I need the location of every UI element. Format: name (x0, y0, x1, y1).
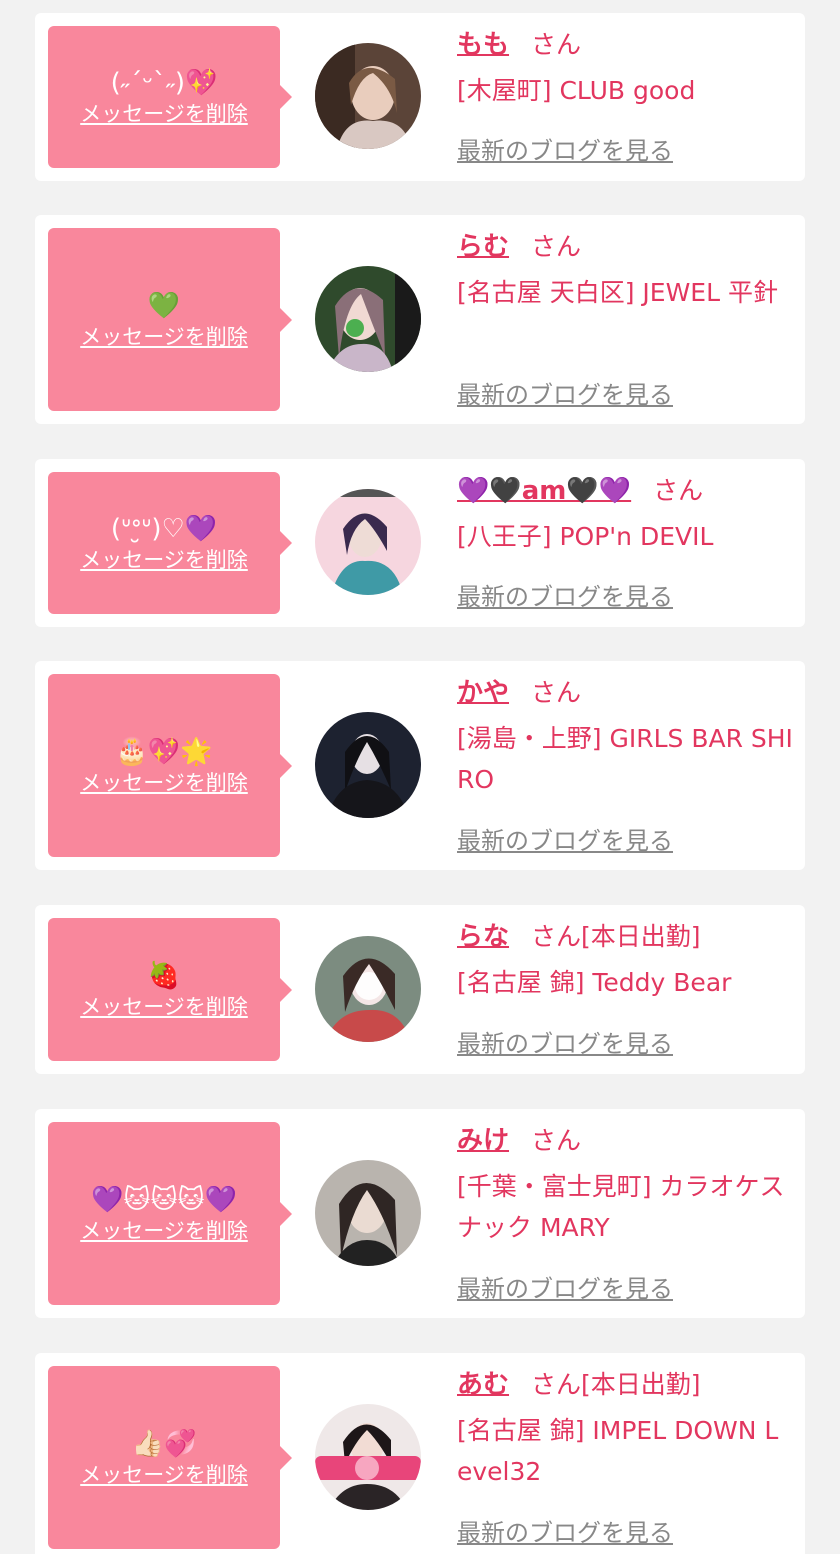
message-bubble: (ᐡᐤ̮ᐡ)♡💜 メッセージを削除 (48, 472, 292, 614)
name-row: もも さん (457, 27, 793, 63)
message-bubble: (˶ˊᵕˋ˶)💖 メッセージを削除 (48, 26, 292, 168)
message-card: 💚 メッセージを削除 らむ さん [名古屋 天白区] JEWEL 平針 最新のブロ… (35, 215, 805, 424)
message-card: (˶ˊᵕˋ˶)💖 メッセージを削除 もも さん [木屋町] CLUB good 最… (35, 13, 805, 181)
cast-info: あむ さん[本日出勤] [名古屋 錦] IMPEL DOWN Level32 (457, 1367, 793, 1492)
message-text: 🎂💖🌟 (115, 736, 213, 767)
cast-avatar[interactable] (315, 1404, 421, 1510)
cast-info: もも さん [木屋町] CLUB good (457, 27, 793, 111)
delete-message-link[interactable]: メッセージを削除 (80, 769, 248, 797)
honorific: さん (531, 678, 582, 707)
latest-blog-link[interactable]: 最新のブログを見る (457, 577, 673, 612)
cast-name-link[interactable]: かや (457, 678, 509, 708)
cast-avatar[interactable] (315, 43, 421, 149)
message-text: 💜🐱🐱🐱💜 (90, 1184, 238, 1215)
cast-name-link[interactable]: もも (457, 30, 509, 60)
cast-info: かや さん [湯島・上野] GIRLS BAR SHIRO (457, 675, 793, 800)
message-text: 👍🏻💞 (131, 1428, 197, 1459)
delete-message-link[interactable]: メッセージを削除 (80, 546, 248, 574)
message-text: (ᐡᐤ̮ᐡ)♡💜 (110, 514, 218, 544)
shop-name: [木屋町] CLUB good (457, 76, 696, 105)
working-today-badge: [本日出勤] (581, 1370, 701, 1399)
name-row: かや さん (457, 675, 793, 711)
message-text: 💚 (147, 290, 181, 321)
cast-info: らむ さん [名古屋 天白区] JEWEL 平針 (457, 229, 793, 313)
delete-message-link[interactable]: メッセージを削除 (80, 1217, 248, 1245)
message-text: (˶ˊᵕˋ˶)💖 (110, 68, 218, 98)
shop-name: [名古屋 天白区] JEWEL 平針 (457, 278, 778, 307)
honorific: さん (531, 1370, 582, 1399)
message-text: 🍓 (147, 960, 181, 991)
cast-avatar[interactable] (315, 712, 421, 818)
latest-blog-link[interactable]: 最新のブログを見る (457, 1269, 673, 1304)
cast-info: 💜🖤am🖤💜 さん [八王子] POP'n DEVIL (457, 473, 793, 557)
name-row: らな さん[本日出勤] (457, 919, 793, 955)
delete-message-link[interactable]: メッセージを削除 (80, 100, 248, 128)
message-card: (ᐡᐤ̮ᐡ)♡💜 メッセージを削除 💜🖤am🖤💜 さん [八王子] POP'n D… (35, 459, 805, 627)
cast-avatar[interactable] (315, 936, 421, 1042)
honorific: さん (531, 232, 582, 261)
cast-avatar[interactable] (315, 489, 421, 595)
message-card: 💜🐱🐱🐱💜 メッセージを削除 みけ さん [千葉・富士見町] カラオケスナック M… (35, 1109, 805, 1318)
latest-blog-link[interactable]: 最新のブログを見る (457, 131, 673, 166)
message-card: 👍🏻💞 メッセージを削除 あむ さん[本日出勤] [名古屋 錦] IMPEL DO… (35, 1353, 805, 1554)
latest-blog-link[interactable]: 最新のブログを見る (457, 1513, 673, 1548)
name-row: みけ さん (457, 1123, 793, 1159)
cast-info: みけ さん [千葉・富士見町] カラオケスナック MARY (457, 1123, 793, 1248)
honorific: さん (653, 476, 704, 505)
name-row: あむ さん[本日出勤] (457, 1367, 793, 1403)
message-bubble: 🎂💖🌟 メッセージを削除 (48, 674, 292, 857)
working-today-badge: [本日出勤] (581, 922, 701, 951)
honorific: さん (531, 922, 582, 951)
delete-message-link[interactable]: メッセージを削除 (80, 993, 248, 1021)
cast-name-link[interactable]: らむ (457, 232, 509, 262)
shop-name: [千葉・富士見町] カラオケスナック MARY (457, 1172, 785, 1242)
name-row: らむ さん (457, 229, 793, 265)
shop-name: [名古屋 錦] Teddy Bear (457, 968, 732, 997)
cast-info: らな さん[本日出勤] [名古屋 錦] Teddy Bear (457, 919, 793, 1003)
latest-blog-link[interactable]: 最新のブログを見る (457, 375, 673, 410)
message-card: 🎂💖🌟 メッセージを削除 かや さん [湯島・上野] GIRLS BAR SHIR… (35, 661, 805, 870)
cast-name-link[interactable]: みけ (457, 1126, 509, 1156)
shop-name: [八王子] POP'n DEVIL (457, 522, 714, 551)
honorific: さん (531, 30, 582, 59)
delete-message-link[interactable]: メッセージを削除 (80, 1461, 248, 1489)
honorific: さん (531, 1126, 582, 1155)
cast-name-link[interactable]: あむ (457, 1370, 509, 1400)
cast-name-link[interactable]: 💜🖤am🖤💜 (457, 476, 631, 506)
cast-name-link[interactable]: らな (457, 922, 509, 952)
cast-avatar[interactable] (315, 1160, 421, 1266)
shop-name: [湯島・上野] GIRLS BAR SHIRO (457, 724, 793, 794)
message-bubble: 👍🏻💞 メッセージを削除 (48, 1366, 292, 1549)
message-bubble: 🍓 メッセージを削除 (48, 918, 292, 1061)
message-bubble: 💜🐱🐱🐱💜 メッセージを削除 (48, 1122, 292, 1305)
cast-avatar[interactable] (315, 266, 421, 372)
message-card: 🍓 メッセージを削除 らな さん[本日出勤] [名古屋 錦] Teddy Bear… (35, 905, 805, 1074)
message-list: (˶ˊᵕˋ˶)💖 メッセージを削除 もも さん [木屋町] CLUB good 最… (0, 0, 840, 1554)
shop-name: [名古屋 錦] IMPEL DOWN Level32 (457, 1416, 779, 1486)
delete-message-link[interactable]: メッセージを削除 (80, 323, 248, 351)
message-bubble: 💚 メッセージを削除 (48, 228, 292, 411)
latest-blog-link[interactable]: 最新のブログを見る (457, 1024, 673, 1059)
latest-blog-link[interactable]: 最新のブログを見る (457, 821, 673, 856)
name-row: 💜🖤am🖤💜 さん (457, 473, 793, 509)
